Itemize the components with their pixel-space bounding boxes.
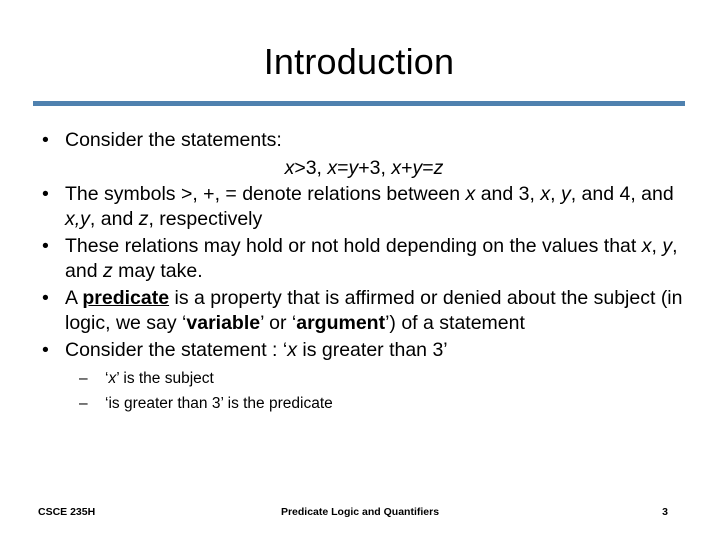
bullet-2-part-1: The symbols >, +, = denote relations bet… [65,182,466,205]
math-op-3: +3, [358,156,392,179]
sub-bullet-list: – ‘x’ is the subject – ‘is greater than 3’… [65,366,693,416]
bullet-4-part-3: ’ or ‘ [260,312,297,334]
bullet-4-part-4: ’) of a statement [385,312,525,334]
list-item: – ‘is greater than 3’ is the predicate [65,391,693,416]
list-item: • Consider the statement : ‘x is greater … [33,338,693,417]
math-op-4: + [401,156,413,179]
bullet-5-var-x: x [287,338,297,361]
bullet-icon: • [42,182,49,205]
list-item: – ‘x’ is the subject [65,366,693,391]
slide-body: • Consider the statements: x>3, x=y+3, x… [33,128,693,417]
list-item: • A predicate is a property that is affir… [33,286,693,337]
bullet-3-var-z: z [102,260,113,282]
bullet-2-var-xy: x,y [65,208,90,230]
bullet-3-part-2: , [651,234,663,257]
math-var-y1: y [348,156,359,179]
bullet-2-var-y: y [560,182,571,205]
sub-2-text: ‘is greater than 3’ is the predicate [105,395,333,412]
math-var-x3: x [391,156,402,179]
term-argument: argument [296,312,386,334]
bullet-3-part-4: may take. [112,260,203,282]
list-item: • The symbols >, +, = denote relations be… [33,182,693,233]
bullet-2-part-2: and 3, [475,182,541,205]
list-item: • These relations may hold or not hold de… [33,234,693,285]
bullet-2-part-4: , and 4, and [570,182,674,205]
math-op-5: = [422,156,434,179]
bullet-2-var-z: z [138,208,149,230]
bullet-icon: • [42,234,49,257]
math-op-1: >3, [294,156,328,179]
sub-bullet-icon: – [79,395,88,412]
bullet-3-var-x: x [641,234,652,257]
slide-footer: CSCE 235H Predicate Logic and Quantifier… [0,503,720,523]
bullet-icon: • [42,129,49,151]
bullet-list: • Consider the statements: x>3, x=y+3, x… [33,128,693,416]
math-var-x1: x [284,156,295,179]
bullet-3-var-y: y [662,234,673,257]
title-underline-rule [33,101,685,106]
math-op-2: = [337,156,349,179]
term-variable: variable [186,312,261,334]
bullet-2-var-x2: x [540,182,551,205]
math-var-x2: x [327,156,338,179]
page-title: Introduction [263,41,455,82]
math-expression-line: x>3, x=y+3, x+y=z [65,155,693,181]
footer-page-number: 3 [662,506,668,518]
sub-bullet-icon: – [79,370,88,387]
bullet-4-part-1: A [65,286,83,309]
bullet-2-var-x: x [465,182,476,205]
math-var-y2: y [412,156,423,179]
list-item: • Consider the statements: x>3, x=y+3, x… [33,128,693,181]
bullet-5-part-2: is greater than 3’ [296,338,448,361]
sub-1-part-2: ’ is the subject [116,370,214,387]
bullet-icon: • [42,338,49,361]
bullet-icon: • [42,286,49,309]
bullet-2-part-5: , and [89,208,139,230]
predicate-keyword: predicate [82,286,170,309]
bullet-2-part-3: , [550,182,561,205]
bullet-2-part-6: , respectively [148,208,263,230]
bullet-3-part-1: These relations may hold or not hold dep… [65,234,642,257]
bullet-5-part-1: Consider the statement : ‘ [65,338,288,361]
math-var-z1: z [433,156,444,179]
bullet-1-text: Consider the statements: [65,129,282,151]
